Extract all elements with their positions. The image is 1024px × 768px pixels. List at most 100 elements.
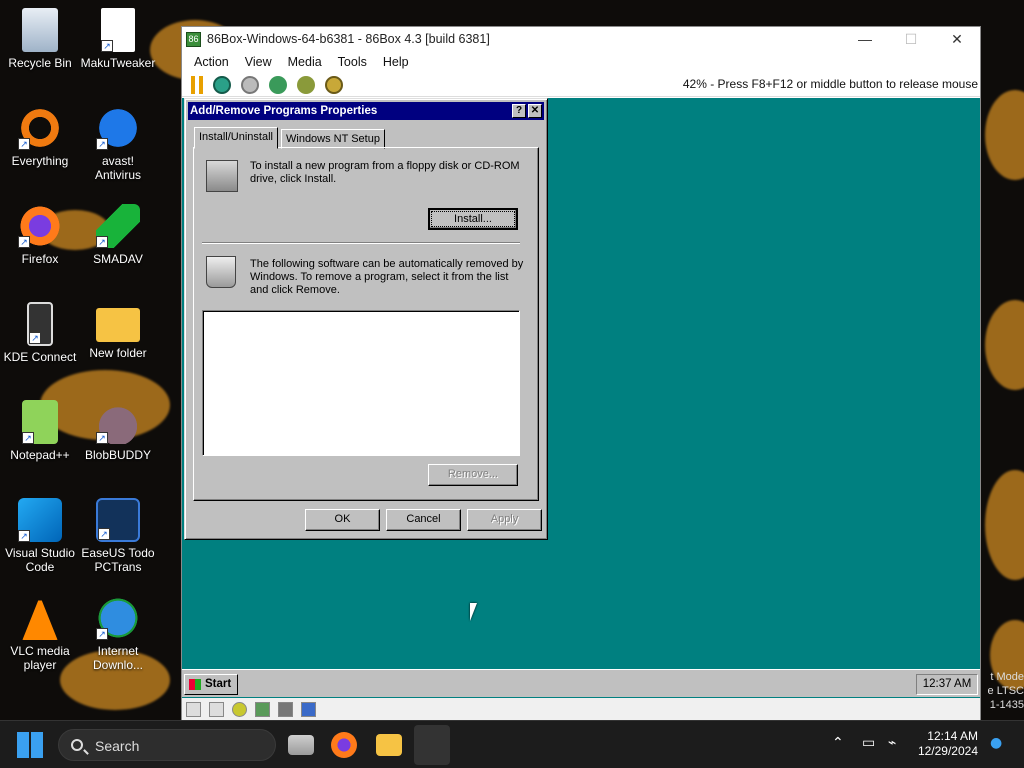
menu-media[interactable]: Media — [280, 55, 330, 69]
desktop-icon-vlc[interactable]: VLC media player — [0, 596, 80, 672]
ctrl-alt-del-icon[interactable] — [269, 75, 287, 94]
vscode-icon: ↗ — [18, 498, 62, 542]
guest-clock: 12:37 AM — [916, 674, 978, 695]
desktop-icon-firefox[interactable]: ↗ Firefox — [0, 204, 80, 266]
minimize-button[interactable]: — — [842, 27, 888, 51]
install-button[interactable]: Install... — [428, 208, 518, 230]
host-clock[interactable]: 12:14 AM 12/29/2024 — [918, 729, 978, 759]
desktop-icon-label: SMADAV — [93, 252, 143, 266]
notification-bell-icon[interactable]: ● — [990, 735, 1002, 751]
taskbar-search-box[interactable]: Search — [58, 729, 276, 761]
tab-install-uninstall[interactable]: Install/Uninstall — [194, 127, 278, 149]
install-instructions: To install a new program from a floppy d… — [250, 160, 520, 185]
desktop-icon-blobbuddy[interactable]: ↗ BlobBUDDY — [78, 400, 158, 462]
cdrom-icon[interactable] — [232, 701, 247, 717]
desktop-icon-label: Internet Downlo... — [92, 644, 144, 672]
menu-view[interactable]: View — [237, 55, 280, 69]
reset-icon[interactable] — [213, 75, 231, 94]
network-status-icon[interactable]: ⌁ — [888, 735, 896, 751]
mouse-capture-status: 42% - Press F8+F12 or middle button to r… — [682, 77, 978, 91]
recycle-bin-icon — [22, 8, 58, 52]
ok-button[interactable]: OK — [305, 509, 380, 531]
vlc-icon — [22, 596, 58, 640]
dialog-title: Add/Remove Programs Properties — [190, 105, 378, 117]
search-icon — [71, 739, 83, 751]
dialog-close-button[interactable]: ✕ — [528, 104, 542, 118]
desktop-icon-label: Firefox — [21, 252, 59, 266]
desktop-icon-recycle-bin[interactable]: Recycle Bin — [0, 8, 80, 70]
emulator-statusbar — [182, 698, 980, 720]
apply-button[interactable]: Apply — [467, 509, 542, 531]
desktop-icon-new-folder[interactable]: New folder — [78, 302, 158, 360]
easeus-icon: ↗ — [96, 498, 140, 542]
tab-windows-nt-setup[interactable]: Windows NT Setup — [281, 129, 385, 149]
display-icon[interactable]: ▭ — [862, 735, 875, 751]
tray-overflow-icon[interactable]: ⌃ — [832, 735, 844, 751]
firefox-taskbar-icon[interactable] — [331, 732, 357, 758]
add-remove-programs-dialog: Add/Remove Programs Properties ? ✕ Insta… — [184, 98, 548, 540]
desktop-icon-label: Visual Studio Code — [5, 546, 75, 574]
emulator-title: 86Box-Windows-64-b6381 - 86Box 4.3 [buil… — [207, 32, 490, 46]
phone-icon: ↗ — [27, 302, 53, 346]
desktop-icon-idm[interactable]: ↗ Internet Downlo... — [78, 596, 158, 672]
desktop-icon-label: MakuTweaker — [80, 56, 156, 70]
desktop-icon-label: BlobBUDDY — [84, 448, 152, 462]
power-icon[interactable] — [241, 75, 259, 94]
86box-app-icon: 86 — [186, 31, 201, 47]
desktop-icon-label: KDE Connect — [3, 350, 77, 364]
network-icon[interactable] — [278, 701, 293, 717]
pause-icon[interactable] — [191, 75, 203, 94]
desktop-icon-label: New folder — [89, 346, 147, 360]
separator — [202, 242, 520, 244]
smadav-icon: ↗ — [96, 204, 140, 248]
desktop-icon-makutweaker[interactable]: ↗ MakuTweaker — [78, 8, 158, 70]
guest-taskbar: Start 12:37 AM — [182, 669, 980, 697]
desktop-icon-everything[interactable]: ↗ Everything — [0, 106, 80, 168]
menu-help[interactable]: Help — [375, 55, 417, 69]
maximize-button[interactable]: ☐ — [888, 27, 934, 51]
file-explorer-icon[interactable] — [376, 734, 402, 756]
desktop-icon-avast[interactable]: ↗ avast! Antivirus — [78, 106, 158, 182]
emulator-toolbar: 42% - Press F8+F12 or middle button to r… — [182, 73, 980, 97]
sound-icon[interactable] — [301, 701, 316, 717]
close-button[interactable]: ✕ — [934, 27, 980, 51]
host-taskbar: Search ⌃ ▭ ⌁ 12:14 AM 12/29/2024 ● — [0, 720, 1024, 768]
file-icon: ↗ — [101, 8, 135, 52]
86box-taskbar-icon[interactable] — [414, 725, 450, 765]
blob-icon: ↗ — [96, 400, 140, 444]
guest-start-button[interactable]: Start — [184, 674, 238, 695]
desktop-icon-label: VLC media player — [10, 644, 70, 672]
installed-programs-list[interactable] — [202, 310, 520, 456]
folder-icon — [96, 308, 140, 342]
desktop-icon-label: Notepad++ — [10, 448, 70, 462]
desktop-icon-vscode[interactable]: ↗ Visual Studio Code — [0, 498, 80, 574]
emulator-menubar: Action View Media Tools Help — [182, 51, 980, 73]
ctrl-alt-esc-icon[interactable] — [297, 75, 315, 94]
desktop-icon-easeus[interactable]: ↗ EaseUS Todo PCTrans — [78, 498, 158, 574]
windows-start-icon[interactable] — [17, 732, 43, 758]
floppy-drive-2-icon[interactable] — [209, 701, 224, 717]
desktop-icon-smadav[interactable]: ↗ SMADAV — [78, 204, 158, 266]
menu-action[interactable]: Action — [186, 55, 237, 69]
desktop-icon-label: Everything — [11, 154, 69, 168]
avast-icon: ↗ — [96, 106, 140, 150]
desktop-icon-label: avast! Antivirus — [94, 154, 141, 182]
remove-instructions: The following software can be automatica… — [250, 258, 524, 296]
desktop-icon-kde-connect[interactable]: ↗ KDE Connect — [0, 302, 80, 364]
help-button[interactable]: ? — [512, 104, 526, 118]
settings-icon[interactable] — [325, 75, 343, 94]
task-view-icon[interactable] — [288, 735, 314, 755]
floppy-drive-icon[interactable] — [186, 701, 201, 717]
dialog-titlebar: Add/Remove Programs Properties ? ✕ — [188, 102, 544, 120]
notepad-icon: ↗ — [22, 400, 58, 444]
menu-tools[interactable]: Tools — [330, 55, 375, 69]
hard-disk-icon[interactable] — [255, 701, 270, 717]
cancel-button[interactable]: Cancel — [386, 509, 461, 531]
guest-screen[interactable]: Add/Remove Programs Properties ? ✕ Insta… — [182, 98, 980, 719]
install-program-icon — [206, 160, 238, 192]
firefox-icon: ↗ — [18, 204, 62, 248]
remove-button[interactable]: Remove... — [428, 464, 518, 486]
idm-icon: ↗ — [96, 596, 140, 640]
desktop-icon-label: EaseUS Todo PCTrans — [81, 546, 155, 574]
desktop-icon-notepad-plus-plus[interactable]: ↗ Notepad++ — [0, 400, 80, 462]
